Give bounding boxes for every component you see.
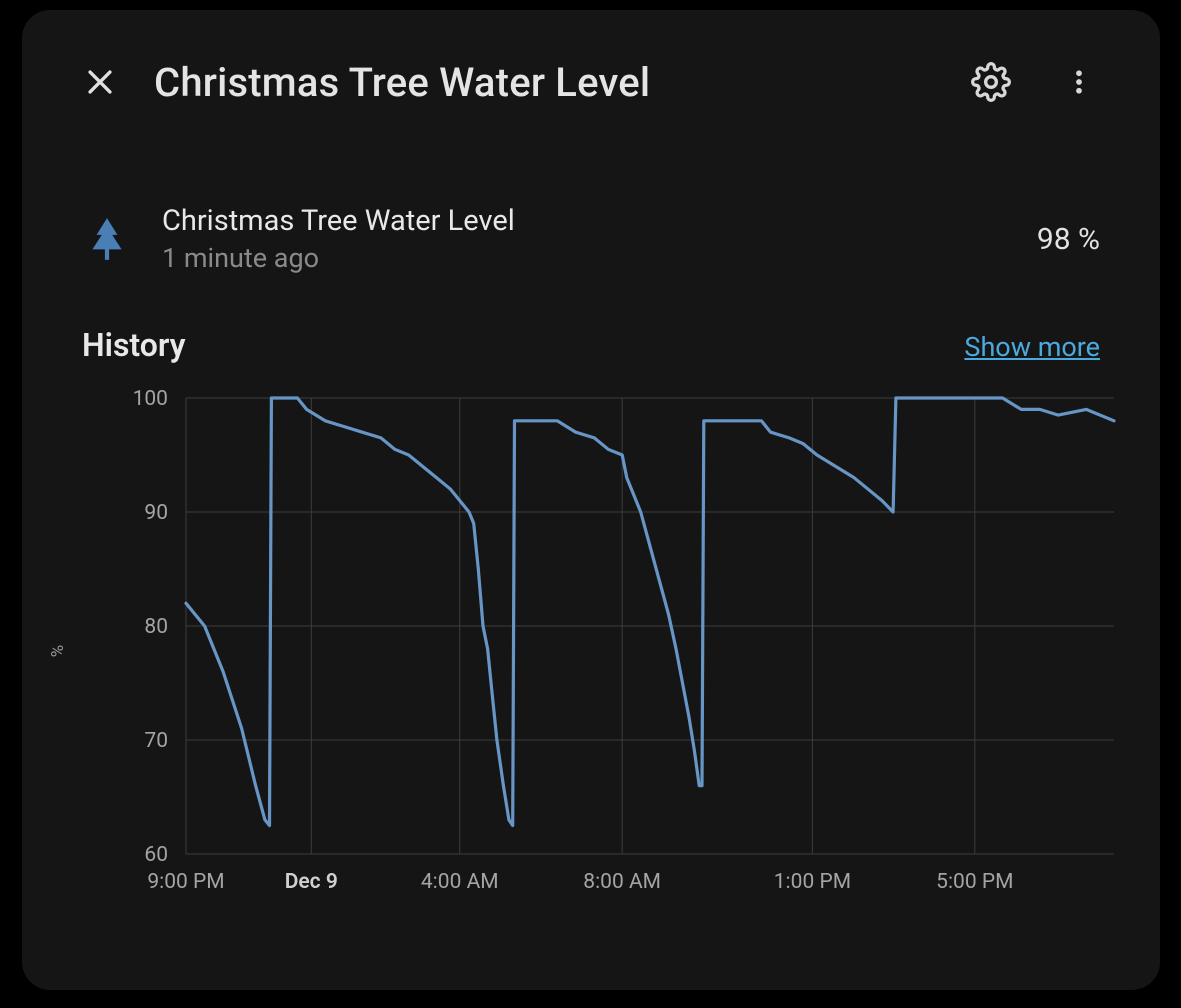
svg-text:70: 70 [144, 729, 168, 753]
tree-icon [82, 214, 132, 264]
entity-last-updated: 1 minute ago [162, 242, 1037, 274]
entity-summary: Christmas Tree Water Level 1 minute ago … [22, 108, 1160, 274]
history-header: History Show more [22, 274, 1160, 364]
more-vert-icon [1064, 62, 1094, 102]
close-button[interactable] [74, 56, 126, 108]
svg-text:5:00 PM: 5:00 PM [936, 870, 1013, 894]
dialog-card: Christmas Tree Water Level [22, 10, 1160, 990]
chart-svg: 60 70 80 90 100 9:00 PM Dec 9 4:00 AM 8:00 AM 1:… [58, 386, 1124, 916]
history-title: History [82, 326, 186, 364]
svg-text:100: 100 [133, 387, 168, 411]
show-more-link[interactable]: Show more [964, 331, 1100, 363]
dialog-header: Christmas Tree Water Level [22, 10, 1160, 108]
dialog-title: Christmas Tree Water Level [154, 59, 940, 106]
header-actions [968, 59, 1120, 105]
entity-name: Christmas Tree Water Level [162, 204, 1037, 238]
svg-text:1:00 PM: 1:00 PM [774, 870, 851, 894]
history-chart[interactable]: % 60708090100 9:00 PMDec 94:00 AM8:00 AM… [58, 386, 1124, 916]
settings-button[interactable] [968, 59, 1014, 105]
svg-text:8:00 AM: 8:00 AM [583, 870, 661, 894]
gear-icon [971, 62, 1011, 102]
svg-text:9:00 PM: 9:00 PM [147, 870, 224, 894]
svg-text:90: 90 [144, 501, 168, 525]
more-button[interactable] [1056, 59, 1102, 105]
entity-text: Christmas Tree Water Level 1 minute ago [162, 204, 1037, 274]
svg-text:Dec 9: Dec 9 [285, 870, 338, 894]
close-icon [83, 65, 117, 99]
svg-text:4:00 AM: 4:00 AM [421, 870, 499, 894]
svg-text:60: 60 [144, 843, 168, 867]
entity-value: 98 % [1037, 222, 1100, 257]
svg-text:80: 80 [144, 615, 168, 639]
